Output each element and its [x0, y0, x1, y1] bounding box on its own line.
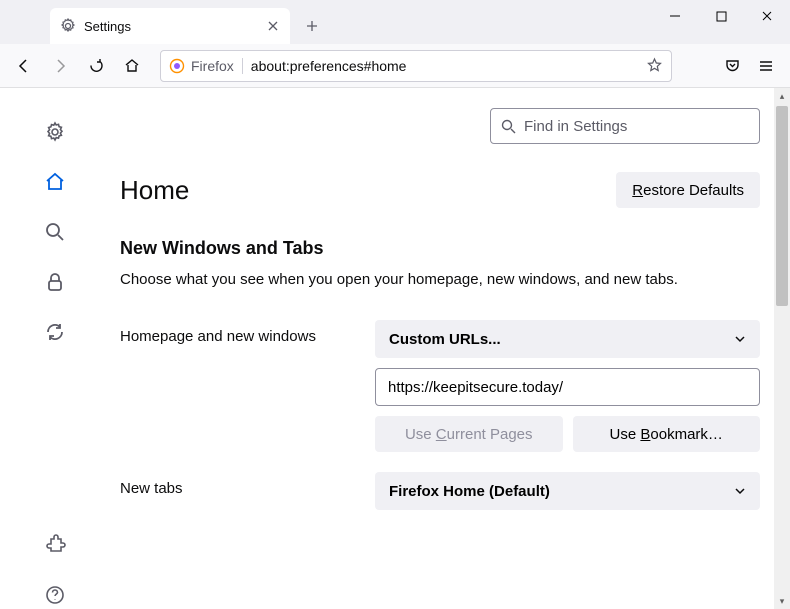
dropdown-value: Firefox Home (Default)	[389, 483, 550, 500]
use-current-pages-button: Use Current Pages	[375, 416, 563, 452]
homepage-mode-dropdown[interactable]: Custom URLs...	[375, 320, 760, 358]
sidebar	[0, 88, 110, 609]
homepage-label: Homepage and new windows	[120, 320, 375, 345]
pocket-button[interactable]	[716, 50, 748, 82]
scrollbar-thumb[interactable]	[776, 106, 788, 306]
page-heading: Home	[120, 175, 189, 206]
url-prefix: Firefox	[191, 58, 234, 74]
forward-button	[44, 50, 76, 82]
sidebar-sync-icon[interactable]	[41, 318, 69, 346]
bookmark-star-icon[interactable]	[646, 57, 663, 74]
sidebar-privacy-icon[interactable]	[41, 268, 69, 296]
home-button[interactable]	[116, 50, 148, 82]
tab-title: Settings	[84, 19, 131, 34]
close-icon[interactable]	[266, 19, 280, 33]
identity-box[interactable]: Firefox	[169, 58, 243, 74]
restore-defaults-button[interactable]: Restore Defaults	[616, 172, 760, 208]
sidebar-help-icon[interactable]	[41, 581, 69, 609]
use-bookmark-button[interactable]: Use Bookmark…	[573, 416, 761, 452]
sidebar-home-icon[interactable]	[41, 168, 69, 196]
section-description: Choose what you see when you open your h…	[120, 271, 760, 288]
reload-button[interactable]	[80, 50, 112, 82]
titlebar: Settings	[0, 0, 790, 44]
chevron-down-icon	[734, 485, 746, 497]
window-controls	[652, 0, 790, 32]
url-bar[interactable]: Firefox about:preferences#home	[160, 50, 672, 82]
sidebar-general-icon[interactable]	[41, 118, 69, 146]
maximize-button[interactable]	[698, 0, 744, 32]
main-pane: Find in Settings Home Restore Defaults N…	[110, 88, 790, 609]
menu-button[interactable]	[750, 50, 782, 82]
url-text: about:preferences#home	[251, 58, 407, 74]
toolbar: Firefox about:preferences#home	[0, 44, 790, 88]
dropdown-value: Custom URLs...	[389, 331, 501, 348]
newtabs-dropdown[interactable]: Firefox Home (Default)	[375, 472, 760, 510]
homepage-url-input[interactable]	[375, 368, 760, 406]
scrollbar[interactable]: ▴ ▾	[774, 88, 790, 609]
minimize-button[interactable]	[652, 0, 698, 32]
scroll-up-icon[interactable]: ▴	[774, 88, 790, 104]
back-button[interactable]	[8, 50, 40, 82]
section-heading: New Windows and Tabs	[120, 238, 760, 259]
scroll-down-icon[interactable]: ▾	[774, 593, 790, 609]
close-window-button[interactable]	[744, 0, 790, 32]
gear-icon	[60, 18, 76, 34]
sidebar-extensions-icon[interactable]	[41, 531, 69, 559]
newtabs-label: New tabs	[120, 472, 375, 497]
browser-tab[interactable]: Settings	[50, 8, 290, 44]
new-tab-button[interactable]	[298, 12, 326, 40]
sidebar-search-icon[interactable]	[41, 218, 69, 246]
content: Find in Settings Home Restore Defaults N…	[0, 88, 790, 609]
settings-search-input[interactable]: Find in Settings	[490, 108, 760, 144]
chevron-down-icon	[734, 333, 746, 345]
search-placeholder: Find in Settings	[524, 118, 627, 135]
